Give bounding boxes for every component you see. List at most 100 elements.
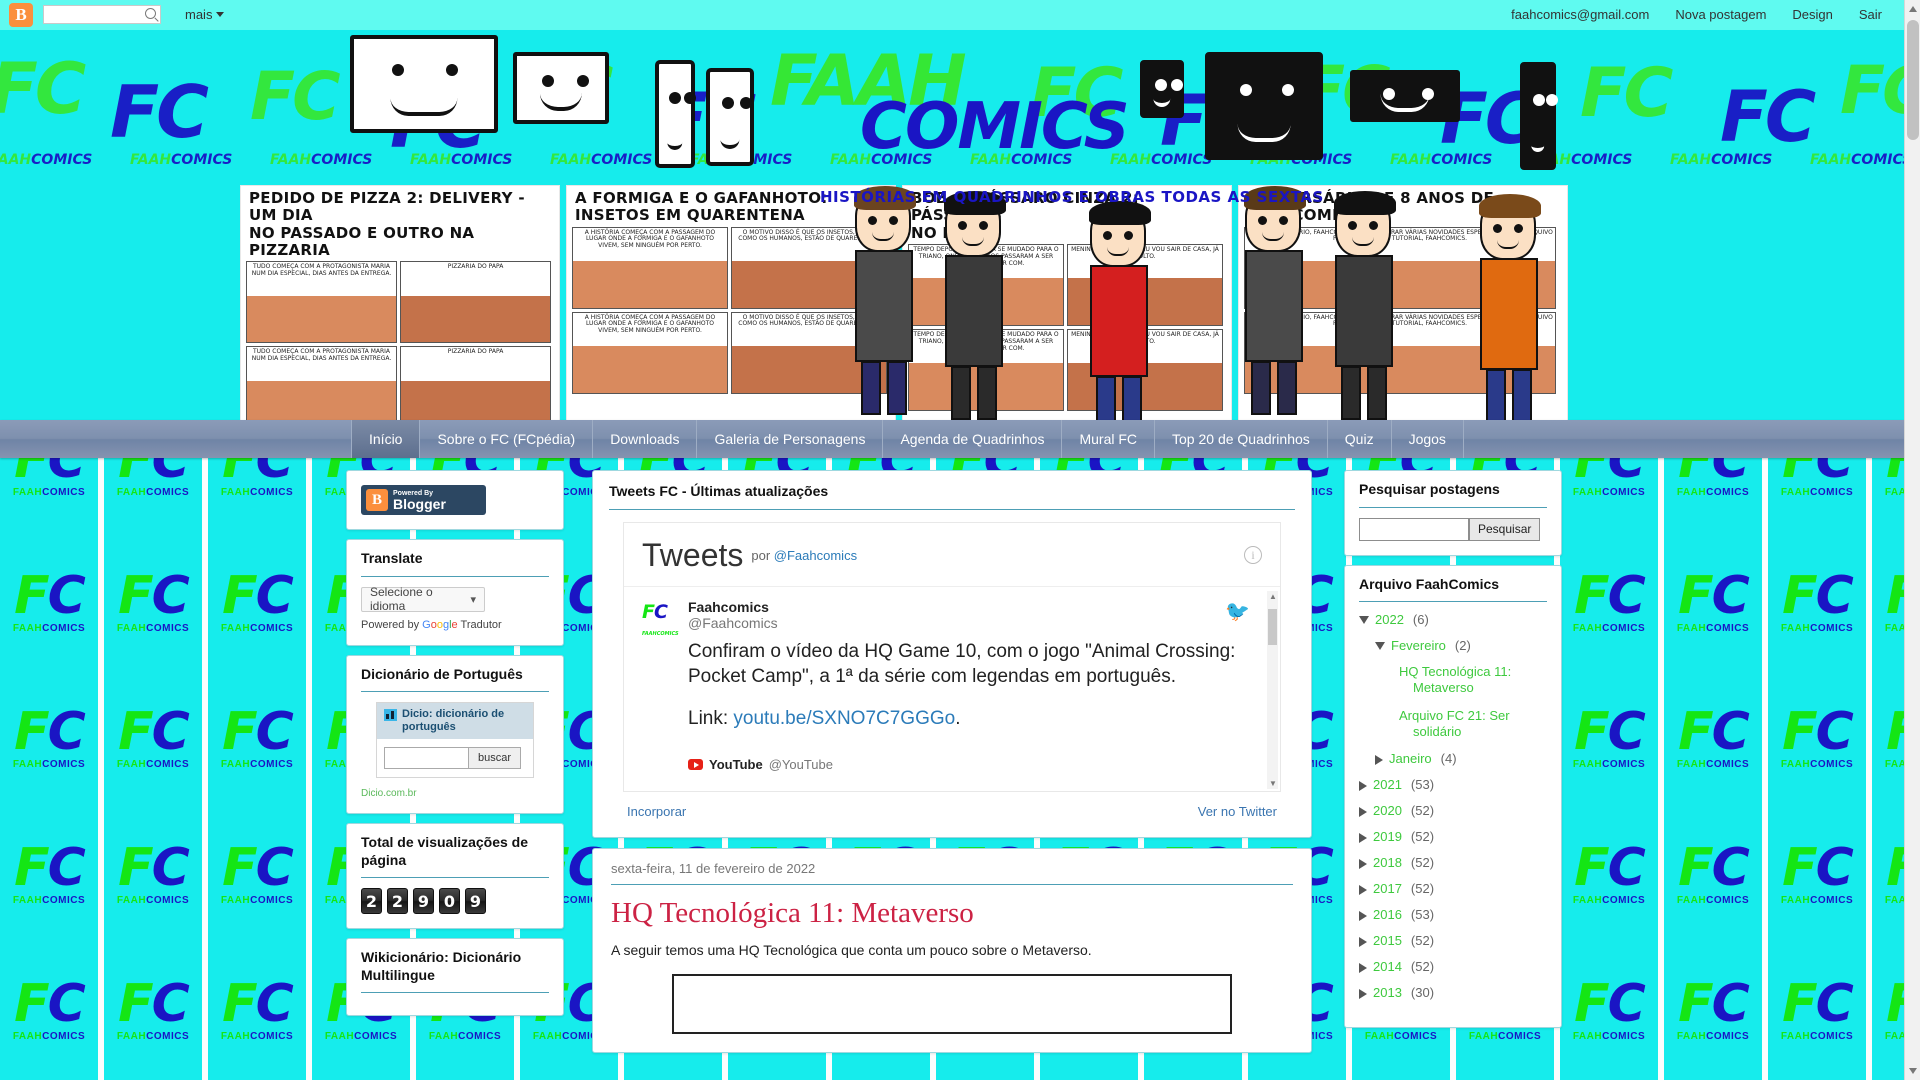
archive-period-label[interactable]: Janeiro (1389, 751, 1432, 766)
triangle-right-icon[interactable] (1359, 807, 1367, 817)
tweet-item[interactable]: FC FAAHCOMICS Faahcomics @Faahcomics Con… (624, 587, 1280, 793)
pageview-digit: 2 (387, 888, 408, 915)
tweet-youtube-link[interactable]: youtu.be/SXNO7C7GGGo (733, 708, 955, 729)
header-comic-strip[interactable]: PEDIDO DE PIZZA 2: DELIVERY - UM DIA NO P… (240, 185, 560, 420)
archive-post-link[interactable]: HQ Tecnológica 11: Metaverso (1359, 664, 1547, 697)
archive-period-label[interactable]: 2020 (1373, 803, 1402, 818)
triangle-right-icon[interactable] (1359, 937, 1367, 947)
timeline-scrollbar[interactable]: ▲ ▼ (1267, 590, 1278, 789)
language-select[interactable]: Selecione o idioma ▾ (361, 585, 485, 613)
embed-link[interactable]: Incorporar (627, 804, 686, 819)
nav-item-mural-fc[interactable]: Mural FC (1061, 420, 1154, 458)
archive-period-row[interactable]: 2015 (52) (1359, 933, 1547, 948)
archive-period-row[interactable]: 2017 (52) (1359, 881, 1547, 896)
character-leg (977, 366, 997, 420)
archive-period-label[interactable]: 2015 (1373, 933, 1402, 948)
archive-period-label[interactable]: Fevereiro (1391, 638, 1446, 653)
search-icon[interactable] (145, 8, 156, 19)
header-device-character (1520, 62, 1558, 170)
header-watermark-fc: FC (0, 48, 86, 130)
blogger-logo-icon[interactable]: B (9, 2, 33, 27)
archive-period-label[interactable]: 2018 (1373, 855, 1402, 870)
scroll-down-icon[interactable] (1909, 1068, 1917, 1074)
archive-period-count: (52) (1410, 855, 1435, 870)
archive-period-row[interactable]: 2013 (30) (1359, 985, 1547, 1000)
signout-link[interactable]: Sair (1859, 7, 1882, 22)
triangle-right-icon[interactable] (1375, 755, 1383, 765)
triangle-right-icon[interactable] (1359, 833, 1367, 843)
nav-item-quiz[interactable]: Quiz (1326, 420, 1391, 458)
scroll-up-icon[interactable] (1909, 6, 1917, 12)
youtube-icon (688, 759, 703, 771)
post-title[interactable]: HQ Tecnológica 11: Metaverso (611, 897, 1293, 930)
scroll-thumb[interactable] (1907, 20, 1919, 140)
archive-period-row[interactable]: 2020 (52) (1359, 803, 1547, 818)
archive-period-row[interactable]: Fevereiro (2) (1359, 638, 1547, 653)
archive-period-label[interactable]: 2017 (1373, 881, 1402, 896)
scroll-down-icon[interactable]: ▼ (1269, 779, 1277, 788)
nav-item-in-cio[interactable]: Início (351, 420, 420, 458)
archive-post-label[interactable]: Arquivo FC 21: Ser solidário (1399, 708, 1547, 741)
blogger-search-box[interactable] (43, 5, 161, 24)
triangle-right-icon[interactable] (1359, 911, 1367, 921)
scroll-up-icon[interactable]: ▲ (1269, 592, 1277, 601)
comic-panel-caption: PIZZARIA DO PAPA (447, 263, 504, 270)
archive-period-row[interactable]: 2016 (53) (1359, 907, 1547, 922)
archive-period-label[interactable]: 2019 (1373, 829, 1402, 844)
timeline-scroll-thumb[interactable] (1268, 608, 1277, 645)
dicio-search-button[interactable]: buscar (469, 747, 522, 770)
triangle-right-icon[interactable] (1359, 781, 1367, 791)
blogger-search-input[interactable] (47, 7, 143, 22)
dicio-search-input[interactable] (384, 747, 469, 770)
archive-period-row[interactable]: Janeiro (4) (1359, 751, 1547, 766)
header-device-character (1140, 60, 1184, 118)
archive-period-row[interactable]: 2018 (52) (1359, 855, 1547, 870)
page-scrollbar[interactable] (1904, 0, 1920, 1080)
archive-period-row[interactable]: 2021 (53) (1359, 777, 1547, 792)
blogger-badge-widget[interactable]: B Powered By Blogger (346, 470, 564, 530)
dicio-footer-link[interactable]: Dicio.com.br (361, 788, 549, 799)
post-embedded-media[interactable] (672, 973, 1232, 1034)
search-input[interactable] (1359, 517, 1469, 541)
search-button[interactable]: Pesquisar (1469, 517, 1541, 541)
header-device-character (655, 60, 696, 168)
triangle-right-icon[interactable] (1359, 885, 1367, 895)
nav-item-jogos[interactable]: Jogos (1390, 420, 1464, 458)
archive-period-label[interactable]: 2022 (1375, 612, 1404, 627)
quoted-account[interactable]: YouTube @YouTube (688, 757, 1262, 772)
design-link[interactable]: Design (1792, 7, 1832, 22)
archive-period-row[interactable]: 2019 (52) (1359, 829, 1547, 844)
triangle-right-icon[interactable] (1359, 859, 1367, 869)
info-icon[interactable]: i (1244, 546, 1262, 564)
triangle-right-icon[interactable] (1359, 963, 1367, 973)
powered-by-blogger-badge[interactable]: B Powered By Blogger (361, 485, 486, 515)
archive-post-link[interactable]: Arquivo FC 21: Ser solidário (1359, 708, 1547, 741)
nav-item-sobre-o-fc-fcp-dia[interactable]: Sobre o FC (FCpédia) (419, 420, 592, 458)
archive-post-label[interactable]: HQ Tecnológica 11: Metaverso (1399, 664, 1547, 697)
archive-period-label[interactable]: 2016 (1373, 907, 1402, 922)
nav-item-downloads[interactable]: Downloads (592, 420, 696, 458)
blogger-more-menu[interactable]: mais (185, 7, 225, 22)
header-watermark-text: FAAHCOMICS (130, 152, 233, 168)
tweets-widget: Tweets FC - Últimas atualizações Tweets … (592, 470, 1312, 838)
twitter-handle-link[interactable]: @Faahcomics (774, 548, 857, 563)
new-post-button[interactable]: Nova postagem (1675, 7, 1766, 22)
archive-period-label[interactable]: 2021 (1373, 777, 1402, 792)
nav-item-galeria-de-personagens[interactable]: Galeria de Personagens (696, 420, 882, 458)
nav-item-top-20-de-quadrinhos[interactable]: Top 20 de Quadrinhos (1154, 420, 1327, 458)
header-comic-strip[interactable]: A FORMIGA E O GAFANHOTO: INSETOS EM QUARE… (566, 185, 896, 420)
archive-period-label[interactable]: 2014 (1373, 959, 1402, 974)
nav-item-agenda-de-quadrinhos[interactable]: Agenda de Quadrinhos (882, 420, 1061, 458)
triangle-down-icon[interactable] (1375, 642, 1385, 650)
account-email[interactable]: faahcomics@gmail.com (1511, 7, 1649, 22)
archive-period-row[interactable]: 2022 (6) (1359, 612, 1547, 627)
archive-period-row[interactable]: 2014 (52) (1359, 959, 1547, 974)
view-on-twitter-link[interactable]: Ver no Twitter (1198, 804, 1277, 819)
archive-period-label[interactable]: 2013 (1373, 985, 1402, 1000)
wiktionary-title: Wikicionário: Dicionário Multilingue (361, 949, 549, 994)
header-watermark-text: FAAHCOMICS (270, 152, 373, 168)
triangle-right-icon[interactable] (1359, 989, 1367, 999)
main-navigation[interactable]: Início Sobre o FC (FCpédia) Downloads Galer… (0, 420, 1920, 458)
triangle-down-icon[interactable] (1359, 616, 1369, 624)
